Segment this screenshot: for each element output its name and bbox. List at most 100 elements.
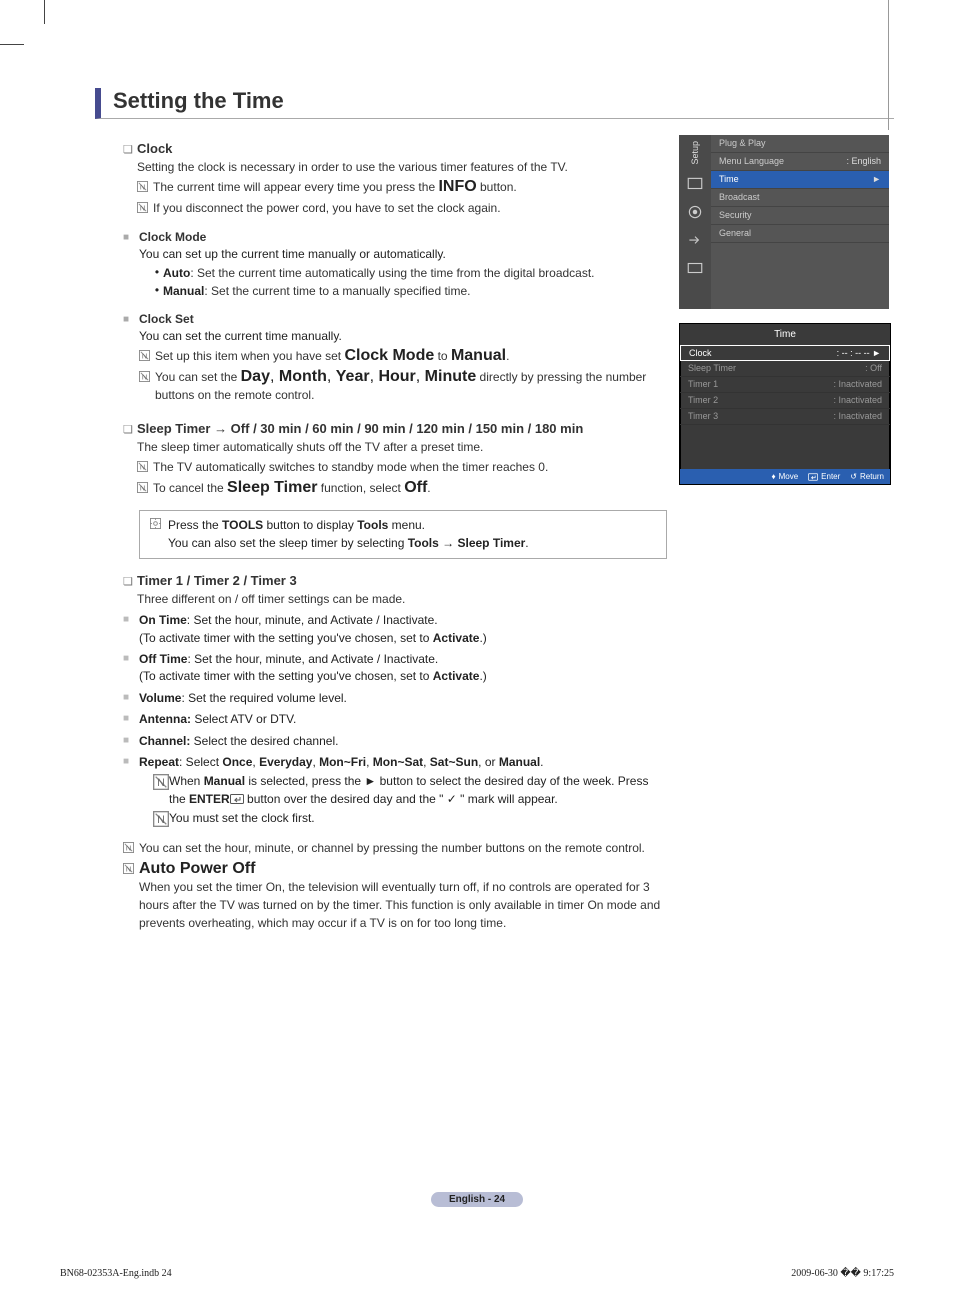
svg-text:N: N [157, 777, 165, 789]
picture-icon [686, 175, 704, 193]
page-number: English - 24 [0, 1189, 954, 1207]
text: Repeat: Select Once, Everyday, Mon~Fri, … [139, 754, 667, 835]
box-icon: ❏ [123, 575, 137, 608]
heading-timers: Timer 1 / Timer 2 / Timer 3 [137, 573, 667, 588]
text: The sleep timer automatically shuts off … [137, 439, 667, 456]
crop-mark [888, 0, 889, 130]
osd-setup-menu: Setup Plug & PlayMenu Language: EnglishT… [679, 135, 889, 309]
osd-sidebar: Setup [679, 135, 711, 309]
text: You can set the hour, minute, or channel… [139, 839, 667, 858]
note-icon: N [137, 200, 153, 218]
text: Three different on / off timer settings … [137, 591, 667, 608]
note-icon: N [137, 179, 153, 197]
osd-menu-item: Broadcast [711, 189, 889, 207]
timer-options: ■On Time: Set the hour, minute, and Acti… [123, 612, 667, 834]
text: You can set up the current time manually… [139, 246, 667, 263]
osd-enter-hint: Enter [808, 472, 840, 481]
svg-text:N: N [142, 372, 147, 381]
text: You must set the clock first. [169, 810, 667, 832]
crop-mark [44, 0, 45, 24]
note-icon: N [137, 459, 153, 477]
tools-tip-box: Press the TOOLS button to display Tools … [139, 510, 667, 559]
section-clock: ❏ Clock Setting the clock is necessary i… [123, 141, 667, 220]
text: If you disconnect the power cord, you ha… [153, 199, 667, 218]
text: On Time: Set the hour, minute, and Activ… [139, 612, 667, 647]
crop-mark [0, 44, 24, 45]
svg-text:N: N [126, 864, 131, 873]
osd-row: Timer 2: Inactivated [680, 393, 890, 409]
heading-clock-mode: Clock Mode [139, 230, 667, 244]
text: The TV automatically switches to standby… [153, 458, 667, 477]
svg-text:N: N [140, 483, 145, 492]
box-icon: ❏ [123, 423, 137, 500]
right-column: Setup Plug & PlayMenu Language: EnglishT… [679, 135, 894, 935]
osd-row: Timer 3: Inactivated [680, 409, 890, 425]
square-icon: ■ [123, 692, 139, 707]
section-timers: ❏ Timer 1 / Timer 2 / Timer 3 Three diff… [123, 573, 667, 608]
text: •Manual: Set the current time to a manua… [151, 283, 667, 300]
box-icon: ❏ [123, 143, 137, 220]
text: Set up this item when you have set Clock… [155, 347, 667, 366]
osd-row: Timer 1: Inactivated [680, 377, 890, 393]
manual-page: Setting the Time ❏ Clock Setting the clo… [0, 0, 954, 1315]
osd-menu-item: Security [711, 207, 889, 225]
svg-text:N: N [126, 843, 131, 852]
text: When Manual is selected, press the ► but… [169, 773, 667, 808]
osd-return-hint: ↺ Return [850, 472, 884, 481]
osd-menu-item: General [711, 225, 889, 243]
left-column: ❏ Clock Setting the clock is necessary i… [95, 135, 679, 935]
text: You can set the Day, Month, Year, Hour, … [155, 368, 667, 405]
text: Antenna: Select ATV or DTV. [139, 711, 667, 728]
section-sleep-timer: ❏ Sleep Timer → Off / 30 min / 60 min / … [123, 421, 667, 500]
text: Press the TOOLS button to display Tools … [168, 517, 658, 552]
text: Setting the clock is necessary in order … [137, 159, 667, 176]
square-icon: ■ [123, 314, 139, 407]
content-area: ❏ Clock Setting the clock is necessary i… [95, 135, 894, 935]
svg-text:N: N [140, 183, 145, 192]
osd-row: Sleep Timer: Off [680, 361, 890, 377]
input-icon [686, 231, 704, 249]
note-icon: N [123, 861, 139, 933]
print-timestamp: 2009-06-30 �� 9:17:25 [791, 1268, 894, 1279]
osd-time-menu: Time Clock: -- : -- -- ►Sleep Timer: Off… [679, 323, 891, 485]
enter-icon [230, 792, 244, 802]
app-icon [686, 259, 704, 277]
svg-text:N: N [157, 814, 165, 826]
note-icon: N [123, 840, 139, 858]
heading-clock-set: Clock Set [139, 312, 667, 326]
square-icon: ■ [123, 735, 139, 750]
note-icon: N [137, 480, 153, 498]
osd-row: Clock: -- : -- -- ► [680, 345, 890, 361]
square-icon: ■ [123, 232, 139, 301]
text: To cancel the Sleep Timer function, sele… [153, 479, 667, 498]
heading-sleep-timer: Sleep Timer → Off / 30 min / 60 min / 90… [137, 421, 667, 436]
osd-sidebar-label: Setup [690, 141, 700, 165]
note-icon: N [153, 811, 169, 832]
text: Off Time: Set the hour, minute, and Acti… [139, 651, 667, 686]
osd-move-hint: ♦ Move [772, 472, 799, 481]
osd-title: Time [680, 324, 890, 345]
note-icon: N [139, 348, 155, 366]
square-icon: ■ [123, 653, 139, 686]
square-icon: ■ [123, 713, 139, 728]
osd-menu-item: Menu Language: English [711, 153, 889, 171]
text: You can set the current time manually. [139, 328, 667, 345]
section-clock-mode: ■ Clock Mode You can set up the current … [123, 230, 667, 301]
svg-text:N: N [142, 351, 147, 360]
page-title: Setting the Time [95, 88, 894, 119]
text: The current time will appear every time … [153, 178, 667, 197]
svg-text:N: N [140, 462, 145, 471]
text: Channel: Select the desired channel. [139, 733, 667, 750]
svg-text:N: N [140, 204, 145, 213]
gear-icon [686, 203, 704, 221]
print-footer: BN68-02353A-Eng.indb 24 2009-06-30 �� 9:… [60, 1268, 894, 1279]
osd-menu-list: Plug & PlayMenu Language: EnglishTime►Br… [711, 135, 889, 309]
heading-clock: Clock [137, 141, 667, 156]
text: Auto Power OffWhen you set the timer On,… [139, 860, 667, 933]
file-id: BN68-02353A-Eng.indb 24 [60, 1268, 172, 1279]
osd-menu-item: Plug & Play [711, 135, 889, 153]
osd-menu-item: Time► [711, 171, 889, 189]
tools-icon [150, 518, 168, 552]
square-icon: ■ [123, 756, 139, 835]
square-icon: ■ [123, 614, 139, 647]
